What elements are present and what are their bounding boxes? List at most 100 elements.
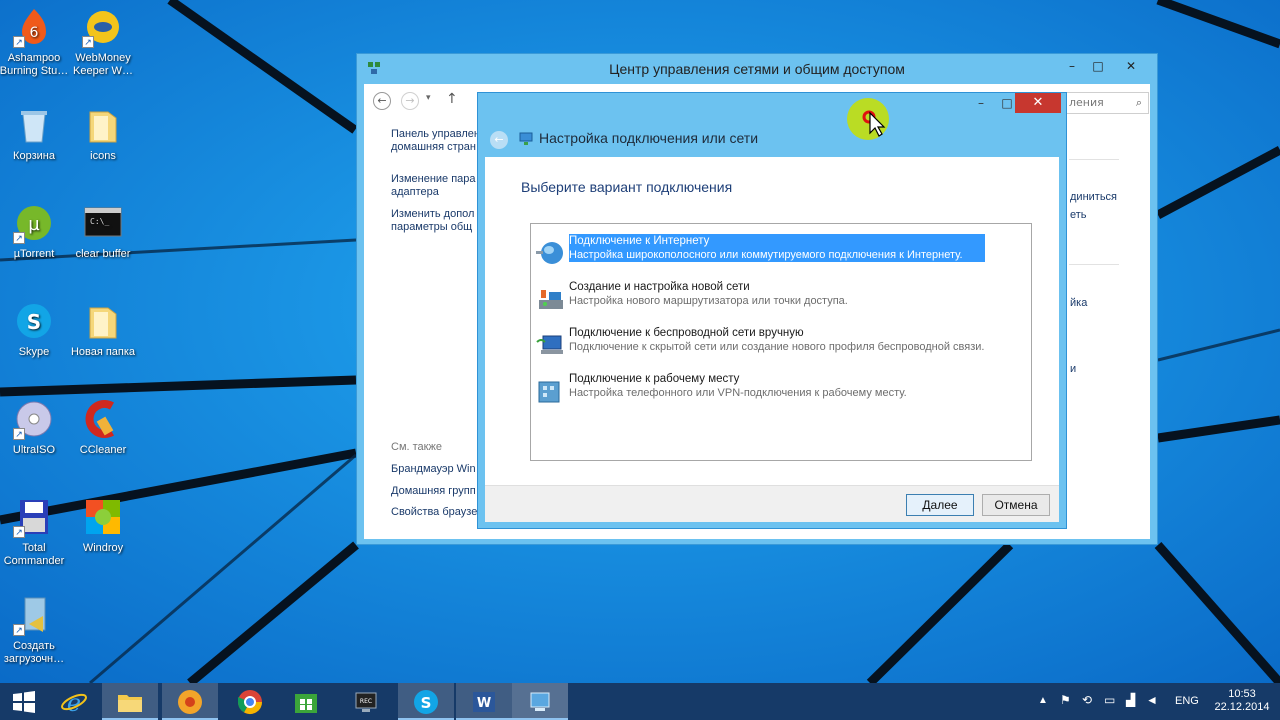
history-chevron-icon[interactable]: ▾ [426,93,431,103]
desktop-icon-webmoney[interactable]: ↗ WebMoney Keeper W… [68,6,138,78]
ccleaner-icon [85,400,114,438]
advanced-sharing-link[interactable]: Изменить допол параметры общ [391,208,481,234]
connect-link-fragment[interactable]: диниться [1070,191,1117,203]
dialog-close-button[interactable]: ✕ [1015,93,1061,113]
option-description: Настройка нового маршрутизатора или точк… [569,295,848,307]
desktop-icon-icons-folder[interactable]: icons [68,104,138,163]
forward-arrow-icon[interactable]: → [401,92,419,110]
network-settings-icon [530,692,550,711]
next-button[interactable]: Далее [906,494,974,516]
desktop-icon-new-folder[interactable]: Новая папка [68,300,138,359]
back-arrow-icon[interactable]: ← [490,131,508,149]
start-icon [13,691,35,713]
option-title: Подключение к беспроводной сети вручную [569,327,804,339]
show-hidden-icons-icon[interactable]: ▲ [1038,695,1048,706]
cancel-button[interactable]: Отмена [982,494,1050,516]
desktop-icon-label: icons [90,150,116,162]
desktop-icon-create-boot[interactable]: ↗ Создать загрузочн… [0,594,69,666]
connection-setup-dialog[interactable]: – □ ✕ ← Настройка подключения или сети В… [477,92,1067,529]
desktop-icon-windroy[interactable]: Windroy [68,496,138,555]
file-explorer-icon [118,695,142,712]
desktop-icon-label: Ashampoo Burning Stu… [0,52,69,77]
workplace-icon [538,381,560,403]
desktop-icon-label: Новая папка [70,346,136,358]
up-arrow-icon[interactable]: ↑ [446,91,458,107]
taskbar-internet-explorer[interactable]: e [46,683,102,720]
taskbar-file-explorer[interactable] [102,683,158,720]
desktop-icon-total-commander[interactable]: ↗ Total Commander [0,496,69,568]
taskbar-video-capture[interactable]: REC [338,683,394,720]
volume-icon[interactable]: ◄ [1146,693,1158,707]
store-icon [295,694,317,713]
folder-icon [89,111,117,143]
clock-date: 22.12.2014 [1214,701,1270,713]
taskbar-word[interactable]: W [456,683,512,720]
skype-icon: S [17,304,51,338]
svg-text:e: e [67,689,81,716]
svg-text:W: W [477,696,491,711]
connection-options-list: Подключение к Интернету Настройка широко… [530,223,1032,461]
network-center-title: Центр управления сетями и общим доступом [609,61,905,77]
browser-properties-link[interactable]: Свойства браузе [391,506,477,518]
chrome-icon [238,690,262,715]
desktop-icon-ultraiso[interactable]: ↗ UltraISO [0,398,69,457]
windroy-icon [86,500,120,534]
adapter-settings-link[interactable]: Изменение пара адаптера [391,173,481,199]
desktop-icon-ccleaner[interactable]: CCleaner [68,398,138,457]
minimize-button[interactable]: – [1059,56,1085,76]
network-link-fragment[interactable]: еть [1070,209,1087,221]
mouse-cursor-icon [847,98,889,140]
svg-text:µ: µ [28,214,40,235]
skype-icon: S [414,690,438,714]
desktop-icon-clear-buffer[interactable]: C:\_ clear buffer [68,202,138,261]
firewall-link[interactable]: Брандмауэр Win [391,463,476,475]
back-arrow-icon[interactable]: ← [373,92,391,110]
desktop-icon-skype[interactable]: S Skype [0,300,69,359]
internet-explorer-icon: e [61,689,87,716]
maximize-button[interactable]: □ [1085,56,1111,76]
network-signal-icon[interactable]: ▟ [1126,693,1135,707]
option-description: Настройка телефонного или VPN-подключени… [569,387,907,399]
option-title: Подключение к рабочему месту [569,373,740,385]
taskbar-store[interactable] [278,683,334,720]
router-icon [539,290,563,309]
globe-icon [536,242,563,264]
taskbar-skype[interactable]: S [398,683,454,720]
control-panel-home-link[interactable]: Панель управлен домашняя стран [391,128,481,154]
desktop-icon-label: Корзина [13,150,55,162]
video-capture-icon: REC [355,692,377,712]
sync-icon[interactable]: ⟲ [1082,693,1092,707]
option-new-network[interactable]: Создание и настройка новой сети Настройк… [535,280,1025,320]
desktop-icon-utorrent[interactable]: µ ↗ µTorrent [0,202,69,261]
recycle-bin-icon [21,111,47,143]
setup-link-fragment[interactable]: йка [1070,297,1087,309]
option-title: Подключение к Интернету [569,235,710,247]
language-indicator[interactable]: ENG [1175,695,1199,711]
search-input[interactable]: ления ⌕ [1064,92,1149,114]
word-icon: W [473,692,495,712]
desktop-icon-label: Windroy [82,542,124,554]
desktop-icon-ashampoo[interactable]: 6 ↗ Ashampoo Burning Stu… [0,6,69,78]
desktop-icon-label: Skype [18,346,50,358]
wireless-icon [536,335,563,354]
clock[interactable]: 10:53 22.12.2014 [1214,683,1270,720]
taskbar-network-settings[interactable] [512,683,568,720]
troubleshoot-link-fragment[interactable]: и [1070,363,1076,375]
taskbar-ashampoo[interactable] [162,683,218,720]
option-workplace[interactable]: Подключение к рабочему месту Настройка т… [535,372,1025,412]
svg-text:C:\_: C:\_ [90,217,109,226]
svg-text:REC: REC [360,698,372,705]
network-setup-icon [518,131,534,147]
homegroup-link[interactable]: Домашняя групп [391,485,476,497]
taskbar-chrome[interactable] [222,683,278,720]
close-button[interactable]: ✕ [1111,56,1151,76]
desktop-icon-label: Total Commander [3,542,65,567]
flag-icon[interactable]: ⚑ [1060,693,1071,707]
desktop-icon-recycle-bin[interactable]: Корзина [0,104,69,163]
svg-text:6: 6 [30,25,39,41]
monitor-icon[interactable]: ▭ [1104,693,1115,707]
option-wireless-manual[interactable]: Подключение к беспроводной сети вручную … [535,326,1025,366]
search-icon[interactable]: ⌕ [1136,93,1142,113]
option-internet[interactable]: Подключение к Интернету Настройка широко… [535,234,1025,274]
dialog-minimize-button[interactable]: – [968,93,994,113]
